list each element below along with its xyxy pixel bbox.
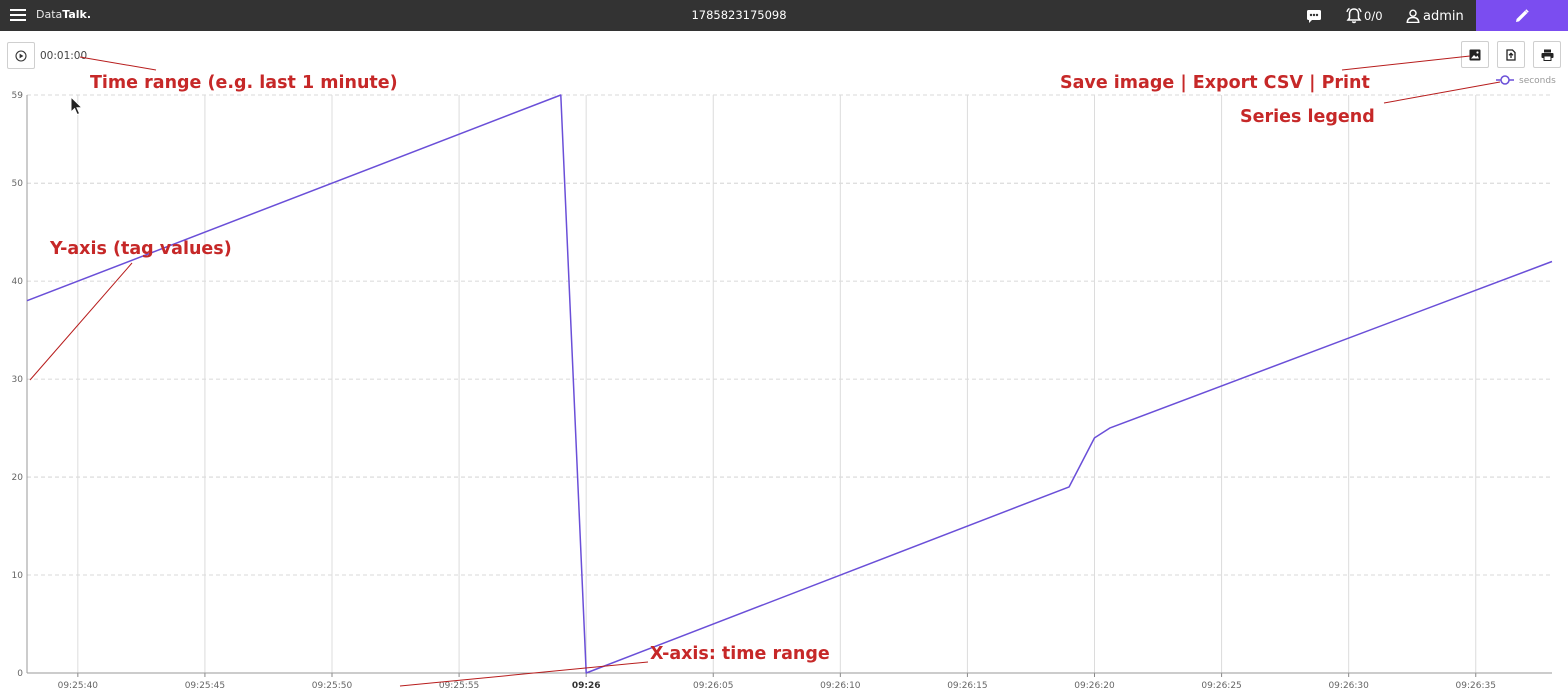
x-tick-label: 09:26:30 (1328, 681, 1369, 691)
series (26, 94, 1553, 674)
legend-label: seconds (1519, 76, 1556, 86)
x-tick-label: 09:26:10 (820, 681, 861, 691)
series-line-seconds (26, 94, 1553, 674)
legend[interactable]: seconds (1496, 75, 1556, 86)
x-tick-label: 09:25:40 (58, 681, 99, 691)
x-tick-label: 09:26 (572, 681, 601, 691)
x-tick-label: 09:26:15 (947, 681, 987, 691)
annotation-x-axis: X-axis: time range (650, 644, 830, 664)
annotation-time-range: Time range (e.g. last 1 minute) (90, 73, 398, 93)
annotation-line-xaxis (399, 661, 649, 687)
y-tick-label: 40 (12, 277, 24, 287)
mouse-cursor-icon (70, 95, 84, 120)
x-tick-label: 09:25:45 (185, 681, 225, 691)
legend-marker (1500, 75, 1510, 85)
annotation-line-time (79, 56, 157, 71)
y-tick-label: 50 (12, 179, 24, 189)
y-tick-label: 59 (12, 91, 24, 101)
y-tick-label: 10 (12, 571, 24, 581)
annotation-legend: Series legend (1240, 107, 1375, 127)
axes: 0 10 20 30 40 50 59 09:25:40 09:25:45 09:25:50 09:… (12, 91, 1552, 691)
x-tick-label: 09:26:25 (1201, 681, 1241, 691)
grid (27, 94, 1552, 673)
y-tick-label: 20 (12, 473, 24, 483)
annotation-y-axis: Y-axis (tag values) (50, 239, 232, 259)
annotation-line-tools (1341, 55, 1471, 71)
annotation-lines (29, 55, 1501, 687)
x-tick-label: 09:25:50 (312, 681, 353, 691)
x-tick-label: 09:25:55 (439, 681, 479, 691)
x-tick-label: 09:26:20 (1074, 681, 1115, 691)
y-tick-label: 30 (12, 375, 24, 385)
annotation-tools: Save image | Export CSV | Print (1060, 73, 1370, 93)
x-tick-label: 09:26:35 (1456, 681, 1496, 691)
line-chart[interactable]: 0 10 20 30 40 50 59 09:25:40 09:25:45 09:25:50 09:… (0, 0, 1568, 698)
annotation-line-legend (1383, 81, 1501, 104)
x-tick-label: 09:26:05 (693, 681, 733, 691)
y-tick-label: 0 (17, 669, 23, 679)
